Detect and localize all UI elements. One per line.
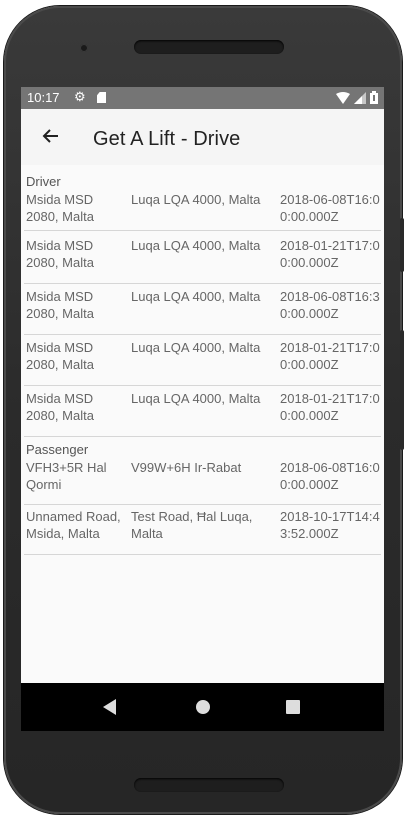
list-item[interactable]: VFH3+5R Hal Qormi V99W+6H Ir-Rabat 2018-… xyxy=(24,459,381,505)
bottom-speaker xyxy=(134,778,284,792)
date-time: 2018-01-21T17:00:00.000Z xyxy=(280,238,380,270)
to-location: V99W+6H Ir-Rabat xyxy=(131,460,242,475)
section-label-passenger: Passenger xyxy=(26,442,89,457)
to-location: Luqa LQA 4000, Malta xyxy=(131,192,261,207)
settings-gear-icon: ⚙ xyxy=(74,89,86,104)
to-location: Test Road, Ħal Luqa, Malta xyxy=(131,509,253,541)
battery-icon xyxy=(370,91,378,104)
screen: 10:17 ⚙ Get A Lift - Drive Driver Msida … xyxy=(21,87,384,731)
lift-list: Driver Msida MSD 2080, Malta Luqa LQA 40… xyxy=(21,165,384,683)
back-arrow-icon[interactable] xyxy=(39,125,61,147)
date-time: 2018-01-21T17:00:00.000Z xyxy=(280,340,380,372)
status-icons-right xyxy=(336,91,378,104)
nav-back-icon[interactable] xyxy=(103,699,116,715)
date-time: 2018-06-08T16:30:00.000Z xyxy=(280,289,380,321)
from-location: Msida MSD 2080, Malta xyxy=(26,340,94,372)
list-item[interactable]: Msida MSD 2080, Malta Luqa LQA 4000, Mal… xyxy=(24,191,381,231)
to-location: Luqa LQA 4000, Malta xyxy=(131,391,261,406)
from-location: Unnamed Road, Msida, Malta xyxy=(26,509,121,541)
to-location: Luqa LQA 4000, Malta xyxy=(131,289,261,304)
from-location: Msida MSD 2080, Malta xyxy=(26,238,94,270)
navigation-bar xyxy=(21,683,384,731)
app-bar: Get A Lift - Drive xyxy=(21,109,384,165)
from-location: Msida MSD 2080, Malta xyxy=(26,391,94,423)
top-speaker xyxy=(134,40,284,54)
from-location: Msida MSD 2080, Malta xyxy=(26,289,94,321)
section-label-driver: Driver xyxy=(26,174,61,189)
date-time: 2018-06-08T16:00:00.000Z xyxy=(280,192,380,224)
date-time: 2018-01-21T17:00:00.000Z xyxy=(280,391,380,423)
signal-icon xyxy=(354,91,366,104)
status-bar: 10:17 ⚙ xyxy=(21,87,384,109)
date-time: 2018-06-08T16:00:00.000Z xyxy=(280,460,380,492)
date-time: 2018-10-17T14:43:52.000Z xyxy=(280,509,380,541)
power-button xyxy=(400,330,404,450)
sd-card-icon xyxy=(97,92,106,103)
list-item[interactable]: Unnamed Road, Msida, Malta Test Road, Ħa… xyxy=(24,508,381,555)
volume-button xyxy=(400,218,404,272)
front-camera xyxy=(80,44,88,52)
page-title: Get A Lift - Drive xyxy=(93,128,241,150)
to-location: Luqa LQA 4000, Malta xyxy=(131,238,261,253)
nav-recents-icon[interactable] xyxy=(286,700,300,714)
list-item[interactable]: Msida MSD 2080, Malta Luqa LQA 4000, Mal… xyxy=(24,339,381,386)
list-item[interactable]: Msida MSD 2080, Malta Luqa LQA 4000, Mal… xyxy=(24,390,381,437)
list-item[interactable]: Msida MSD 2080, Malta Luqa LQA 4000, Mal… xyxy=(24,288,381,335)
from-location: VFH3+5R Hal Qormi xyxy=(26,460,107,492)
wifi-icon xyxy=(336,91,350,104)
from-location: Msida MSD 2080, Malta xyxy=(26,192,94,224)
list-item[interactable]: Msida MSD 2080, Malta Luqa LQA 4000, Mal… xyxy=(24,237,381,284)
to-location: Luqa LQA 4000, Malta xyxy=(131,340,261,355)
nav-home-icon[interactable] xyxy=(196,700,210,714)
status-time: 10:17 xyxy=(27,90,60,105)
